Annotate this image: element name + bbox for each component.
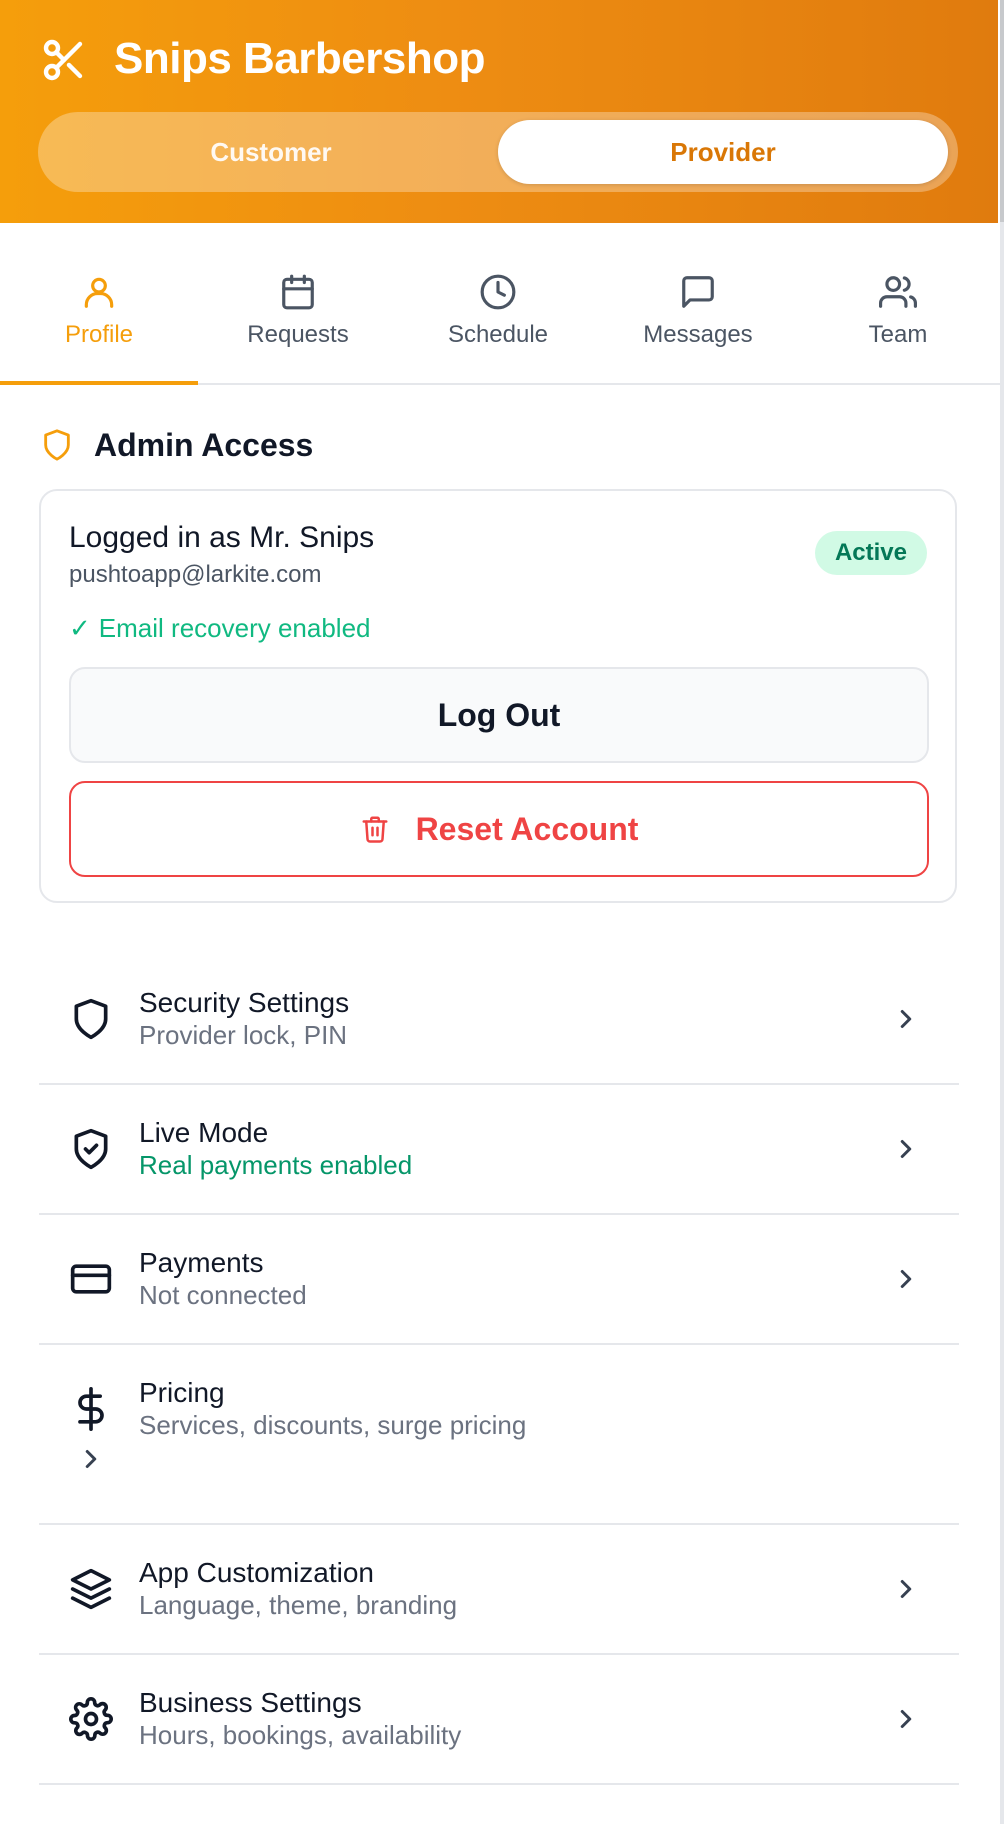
settings-row-payments[interactable]: Payments Not connected (39, 1215, 959, 1345)
shield-icon (74, 998, 108, 1040)
trash-icon (362, 816, 388, 843)
dollar-icon (78, 1387, 104, 1431)
credit-card-icon (70, 1264, 112, 1294)
shield-icon (44, 429, 70, 461)
settings-row-title: Security Settings (139, 987, 350, 1018)
provider-mode-button[interactable]: Provider (498, 120, 948, 184)
app-title: Snips Barbershop (114, 34, 485, 83)
settings-row-title: Pricing (139, 1377, 225, 1408)
app-header: Snips Barbershop Customer Provider (0, 0, 998, 223)
settings-row-title: Live Mode (139, 1117, 269, 1148)
scrollbar-thumb[interactable] (1000, 0, 1004, 222)
settings-row-app-customization[interactable]: App Customization Language, theme, brand… (39, 1525, 959, 1655)
tab-profile[interactable]: Profile (0, 223, 198, 385)
settings-row-subtitle: Hours, bookings, availability (139, 1720, 462, 1750)
tab-label: Requests (247, 321, 349, 348)
tab-label: Schedule (447, 321, 549, 348)
reset-account-button[interactable]: Reset Account (69, 781, 929, 877)
scrollbar-track[interactable] (1000, 0, 1004, 1824)
logged-in-as-text: Logged in as Mr. Snips (69, 521, 375, 554)
settings-row-business[interactable]: Business Settings Hours, bookings, avail… (39, 1655, 959, 1785)
settings-row-title: Payments (139, 1247, 264, 1278)
message-icon (682, 276, 714, 308)
settings-row-live-mode[interactable]: Live Mode Real payments enabled (39, 1085, 959, 1215)
settings-row-subtitle: Services, discounts, surge pricing (139, 1410, 527, 1440)
tab-schedule[interactable]: Schedule (399, 223, 597, 383)
users-icon (879, 276, 917, 308)
user-icon (84, 277, 114, 308)
calendar-icon (282, 274, 314, 310)
chevron-right-icon (900, 1010, 912, 1028)
main-content: Snips Barbershop Customer Provider Profi… (0, 0, 1000, 1824)
settings-row-pricing[interactable]: Pricing Services, discounts, surge prici… (39, 1345, 959, 1525)
email-recovery-status: ✓ Email recovery enabled (69, 613, 371, 644)
tab-label: Team (868, 321, 928, 348)
layers-icon (70, 1568, 112, 1610)
tab-messages[interactable]: Messages (599, 223, 797, 383)
settings-row-title: Business Settings (139, 1687, 362, 1718)
tab-team[interactable]: Team (799, 223, 997, 383)
mode-switch: Customer Provider (38, 112, 958, 192)
admin-card: Logged in as Mr. Snips pushtoapp@larkite… (39, 489, 957, 903)
tab-label: Messages (643, 321, 753, 348)
settings-list: Security Settings Provider lock, PIN Liv… (39, 955, 959, 1785)
settings-row-subtitle: Real payments enabled (139, 1150, 413, 1180)
settings-row-title: App Customization (139, 1557, 375, 1588)
clock-icon (480, 274, 516, 310)
tab-bar: Profile Requests Schedule Messages Team (0, 223, 1000, 385)
settings-row-subtitle: Language, theme, branding (139, 1590, 458, 1620)
user-email: pushtoapp@larkite.com (69, 561, 322, 588)
gear-icon (69, 1697, 113, 1741)
chevron-right-icon (900, 1270, 912, 1288)
chevron-right-icon (900, 1710, 912, 1728)
check-icon: ✓ (69, 613, 91, 643)
settings-row-security[interactable]: Security Settings Provider lock, PIN (39, 955, 959, 1085)
tab-requests[interactable]: Requests (199, 223, 397, 383)
settings-row-subtitle: Provider lock, PIN (139, 1020, 348, 1050)
admin-access-heading: Admin Access (40, 425, 313, 465)
app-screen: Snips Barbershop Customer Provider Profi… (0, 0, 1004, 1824)
settings-row-subtitle: Not connected (139, 1280, 307, 1310)
email-recovery-text: Email recovery enabled (98, 613, 371, 643)
scissors-icon (43, 39, 83, 81)
reset-account-label: Reset Account (415, 810, 639, 847)
chevron-right-icon (900, 1140, 912, 1158)
shield-check-icon (74, 1128, 108, 1170)
chevron-right-icon (900, 1580, 912, 1598)
customer-mode-button[interactable]: Customer (46, 120, 496, 184)
tab-label: Profile (64, 321, 134, 348)
section-title: Admin Access (94, 426, 314, 463)
logout-button[interactable]: Log Out (69, 667, 929, 763)
chevron-right-icon (85, 1450, 97, 1468)
status-badge: Active (814, 531, 927, 575)
